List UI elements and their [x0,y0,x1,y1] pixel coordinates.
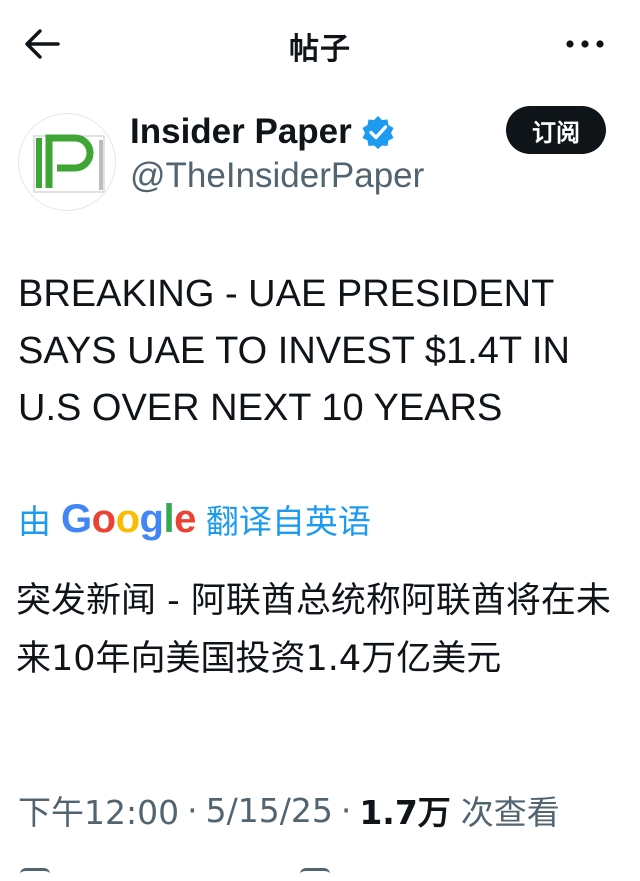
views-count[interactable]: 1.7万 [359,786,450,834]
verified-badge-icon[interactable] [360,114,396,150]
author-handle[interactable]: @TheInsiderPaper [130,156,424,196]
tweet-meta: 下午12:00 · 5/15/25 · 1.7万 次查看 [18,786,560,834]
avatar[interactable] [18,113,116,211]
page-title: 帖子 [289,32,351,67]
separator-dot: · [187,790,198,830]
tweet-date[interactable]: 5/15/25 [206,791,333,830]
tweet-time[interactable]: 下午12:00 [18,786,179,834]
google-logo-icon: Google [61,496,196,541]
tweet-text: BREAKING - UAE PRESIDENT SAYS UAE TO INV… [18,273,570,429]
subscribe-button[interactable]: 订阅 [506,106,606,154]
translated-text: 突发新闻 - 阿联酋总统称阿联酋将在未来10年向美国投资1.4万亿美元 [16,581,611,679]
more-dots-icon[interactable] [560,26,610,62]
author-name-row: Insider Paper [130,110,396,154]
author-name[interactable]: Insider Paper [130,112,352,152]
separator-dot: · [340,790,352,830]
translate-suffix: 翻译自英语 [205,502,371,541]
translate-prefix: 由 [18,502,51,541]
insider-paper-logo-icon [33,134,105,193]
like-icon[interactable] [300,868,330,881]
translation-attribution[interactable]: 由 Google 翻译自英语 [18,494,371,544]
reply-icon[interactable] [20,868,50,881]
top-bar: 帖子 [0,0,640,90]
views-label: 次查看 [460,793,560,832]
